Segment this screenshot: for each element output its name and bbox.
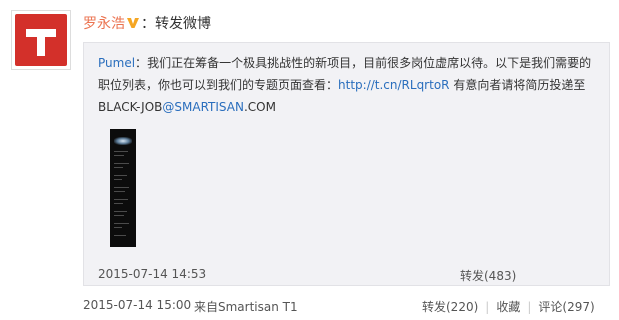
quoted-post: Pumel：我们正在筹备一个极具挑战性的新项目，目前很多岗位虚席以待。以下是我们… bbox=[83, 42, 610, 286]
hammer-logo-icon bbox=[15, 14, 67, 66]
post-date[interactable]: 2015-07-14 15:00 bbox=[83, 298, 191, 312]
thumbnail-text-line bbox=[114, 187, 129, 188]
author-name[interactable]: 罗永浩 bbox=[83, 16, 125, 32]
quoted-post-text: Pumel：我们正在筹备一个极具挑战性的新项目，目前很多岗位虚席以待。以下是我们… bbox=[98, 52, 603, 118]
thumbnail-text-line bbox=[114, 203, 123, 204]
thumbnail-text-line bbox=[114, 191, 125, 192]
post-source: 来自Smartisan T1 bbox=[194, 300, 298, 314]
thumbnail-text-line bbox=[114, 211, 127, 212]
comment-button[interactable]: 评论(297) bbox=[538, 300, 594, 314]
email-mention-link[interactable]: @SMARTISAN bbox=[162, 100, 244, 114]
favorite-button[interactable]: 收藏 bbox=[496, 300, 520, 314]
quoted-author-name[interactable]: Pumel bbox=[98, 56, 135, 70]
quoted-post-date[interactable]: 2015-07-14 14:53 bbox=[98, 267, 206, 281]
thumbnail-text-line bbox=[114, 223, 129, 224]
job-list-thumbnail[interactable] bbox=[110, 129, 136, 247]
thumbnail-text-line bbox=[114, 163, 129, 164]
post-actions: 转发(220) | 收藏 | 评论(297) bbox=[422, 298, 595, 315]
post-header: 罗永浩 ：转发微博 bbox=[83, 14, 211, 34]
forward-button[interactable]: 转发(220) bbox=[422, 300, 478, 314]
author-avatar[interactable] bbox=[11, 10, 71, 70]
action-divider: | bbox=[527, 300, 532, 314]
thumbnail-text-line bbox=[114, 175, 127, 176]
email-suffix: .COM bbox=[243, 100, 276, 114]
short-link[interactable]: http://t.cn/RLqrtoR bbox=[338, 78, 450, 92]
thumbnail-text-line bbox=[114, 235, 126, 236]
thumbnail-glow bbox=[114, 137, 132, 145]
header-separator: ： bbox=[141, 16, 155, 32]
thumbnail-text-line bbox=[114, 227, 122, 228]
thumbnail-text-line bbox=[114, 155, 124, 156]
thumbnail-text-line bbox=[114, 167, 123, 168]
action-divider: | bbox=[485, 300, 490, 314]
quoted-colon: ： bbox=[135, 56, 148, 70]
quoted-forward-button[interactable]: 转发(483) bbox=[460, 267, 516, 284]
thumbnail-text-line bbox=[114, 151, 128, 152]
post-text: 转发微博 bbox=[155, 16, 211, 32]
vip-v-icon bbox=[126, 16, 140, 30]
thumbnail-text-line bbox=[114, 179, 122, 180]
thumbnail-text-line bbox=[114, 199, 128, 200]
thumbnail-text-line bbox=[114, 215, 124, 216]
